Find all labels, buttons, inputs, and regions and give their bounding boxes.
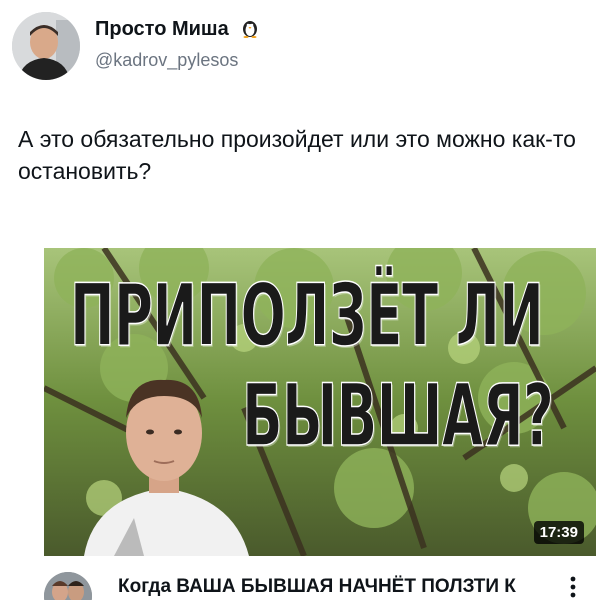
thumbnail-title-line1: ПРИПОЛЗЁТ ЛИ — [70, 265, 545, 367]
display-name[interactable]: Просто Миша — [95, 18, 260, 44]
more-vertical-icon[interactable] — [564, 574, 582, 600]
video-duration: 17:39 — [533, 521, 584, 544]
user-handle[interactable]: @kadrov_pylesos — [95, 50, 238, 71]
thumbnail-title-line2: БЫВШАЯ? — [242, 365, 555, 467]
tweet-text: А это обязательно произойдет или это мож… — [18, 126, 576, 184]
video-thumbnail[interactable]: ПРИПОЛЗЁТ ЛИ БЫВШАЯ? 17:39 — [44, 248, 596, 556]
video-info-row: Когда ВАША БЫВШАЯ НАЧНЁТ ПОЛЗТИ К — [44, 566, 596, 600]
display-name-text[interactable]: Просто Миша — [95, 18, 229, 40]
video-title[interactable]: Когда ВАША БЫВШАЯ НАЧНЁТ ПОЛЗТИ К — [118, 576, 516, 598]
penguin-badge-icon — [240, 18, 260, 44]
user-avatar[interactable] — [12, 12, 80, 80]
channel-avatar[interactable] — [44, 572, 92, 600]
